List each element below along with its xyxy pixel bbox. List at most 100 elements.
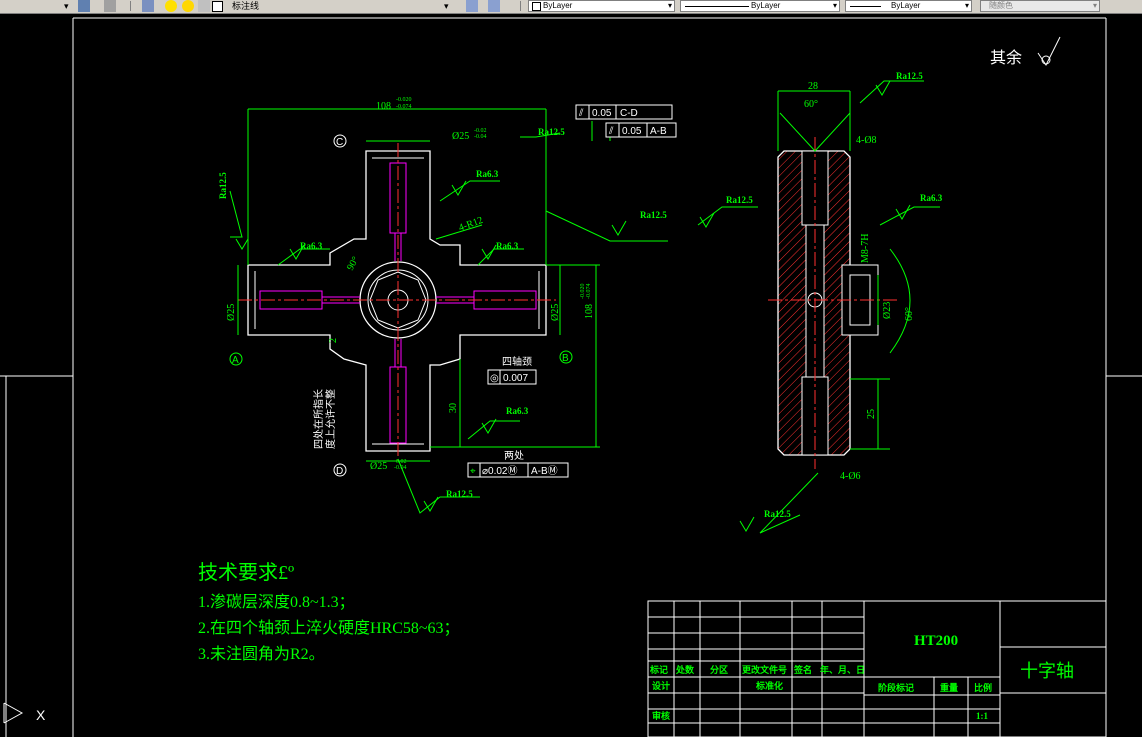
dim-2: 2 (328, 338, 339, 343)
tolerance-frame: ⌖ ⌀0.02Ⓜ A-BⓂ (467, 462, 569, 478)
layer-dropdown-arrow-icon[interactable]: ▾ (444, 0, 449, 12)
roughness-label: Ra6.3 (496, 241, 519, 251)
note-two-places: 两处 (504, 450, 524, 462)
ucs-icon: X (3, 702, 46, 724)
svg-text:◎: ◎ (490, 373, 499, 384)
surface-roughness-note: 其余 (990, 36, 1061, 67)
dropdown-arrow-icon[interactable]: ▾ (64, 0, 69, 12)
toolbar-separator (130, 1, 131, 11)
dim-journal-dia-left: Ø25 (226, 304, 237, 321)
dim-journal-dia-bottom: Ø25 (370, 461, 387, 472)
roughness-label: Ra12.5 (538, 127, 565, 137)
technical-requirements: 技术要求£º 1.渗碳层深度0.8~1.3； 2.在四个轴颈上淬火硬度HRC58… (198, 561, 460, 663)
datum-c: C (336, 137, 343, 148)
svg-text:0.007: 0.007 (503, 373, 528, 384)
note-four-journals: 四轴颈 (502, 355, 532, 368)
side-view (768, 137, 900, 469)
svg-text:0.05: 0.05 (592, 108, 612, 119)
roughness-symbol-icon (875, 80, 891, 96)
layer-color-icon (212, 1, 223, 12)
tech-requirement-item: 2.在四个轴颈上淬火硬度HRC58~63； (198, 619, 460, 637)
title-block-label: 签名 (793, 664, 812, 675)
tolerance-frame: ⫽ 0.05 C-D (575, 104, 673, 120)
svg-text:⌀0.02Ⓜ: ⌀0.02Ⓜ (482, 465, 517, 477)
svg-text:0.05: 0.05 (622, 126, 642, 137)
bulb-icon[interactable] (165, 0, 177, 12)
title-block-label: 设计 (652, 680, 670, 691)
title-block-scale: 1:1 (976, 711, 988, 721)
roughness-symbol-icon (895, 204, 911, 220)
roughness-symbol-icon (235, 238, 249, 250)
title-block-label: 标记 (649, 664, 668, 675)
svg-text:A-BⓂ: A-BⓂ (531, 465, 558, 477)
tech-requirement-item: 3.未注圆角为R2。 (198, 645, 325, 663)
cross-outline (247, 150, 547, 452)
title-block-label: 年、月、日 (820, 664, 865, 675)
dim-thread: M8-7H (860, 234, 871, 263)
svg-text:-0.020: -0.020 (396, 97, 412, 103)
layers-icon[interactable] (142, 0, 154, 12)
datum-d: D (336, 466, 343, 477)
surface-note-label: 其余 (990, 48, 1022, 67)
lock-icon[interactable] (198, 0, 210, 12)
roughness-symbol-icon (611, 220, 627, 236)
dim-angle-60: 60° (904, 307, 915, 321)
color-combo[interactable]: ByLayer ▾ (528, 0, 675, 12)
dim-total-length: 108 (376, 101, 391, 112)
roughness-label: Ra12.5 (640, 210, 667, 220)
sun-icon[interactable] (182, 0, 194, 12)
layer-name[interactable]: 标注线 (232, 0, 259, 12)
chevron-down-icon: ▾ (964, 1, 969, 10)
roughness-symbol-icon (481, 244, 497, 260)
title-block-label: 分区 (710, 664, 728, 675)
svg-text:⌖: ⌖ (470, 466, 476, 477)
drawing-canvas[interactable]: 其余 C D A B 108 -0.020 -0.074 Ø25 -0.02 -… (0, 13, 1142, 737)
dim-r12: 4-R12 (457, 215, 484, 234)
svg-text:⫽: ⫽ (608, 126, 614, 137)
layer-previous-icon[interactable] (488, 0, 500, 12)
roughness-symbol-icon (739, 516, 755, 532)
dim-4-8: 4-Ø8 (856, 135, 877, 146)
tech-requirements-title: 技术要求£º (198, 561, 294, 584)
roughness-label: Ra6.3 (506, 406, 529, 416)
layer-manager-icon[interactable] (78, 0, 90, 12)
dim-side-width: 28 (808, 81, 818, 92)
title-block-material: HT200 (914, 633, 958, 649)
title-block-label: 更改文件号 (742, 664, 787, 675)
dim-dia-23: Ø23 (882, 302, 893, 319)
linetype-combo[interactable]: ByLayer ▾ (680, 0, 840, 12)
chevron-down-icon: ▾ (1092, 1, 1097, 10)
dim-4-6: 4-Ø6 (840, 471, 861, 482)
plotstyle-combo[interactable]: 随颜色 ▾ (980, 0, 1100, 12)
dim-25: 25 (866, 409, 877, 419)
tech-requirement-item: 1.渗碳层深度0.8~1.3； (198, 593, 355, 611)
roughness-label: Ra12.5 (726, 195, 753, 205)
roughness-label: Ra12.5 (218, 172, 228, 199)
note-vertical-1: 四处在所指长 (312, 389, 325, 449)
roughness-symbol-icon (1037, 36, 1061, 66)
svg-text:A-B: A-B (650, 126, 667, 137)
svg-text:-0.04: -0.04 (474, 134, 487, 140)
roughness-label: Ra6.3 (476, 169, 499, 179)
roughness-label: Ra12.5 (764, 509, 791, 519)
chevron-down-icon: ▾ (667, 1, 672, 10)
title-block-label: 阶段标记 (878, 682, 914, 693)
roughness-label: Ra6.3 (920, 193, 943, 203)
svg-text:-0.074: -0.074 (396, 104, 412, 110)
dim-journal-dia-top: Ø25 (452, 131, 469, 142)
layer-state-icon[interactable] (104, 0, 116, 12)
roughness-label: Ra12.5 (896, 71, 923, 81)
title-block-label: 处数 (675, 664, 695, 675)
dim-side-angle: 60° (804, 99, 818, 110)
toolbar-separator (520, 1, 521, 11)
svg-text:C-D: C-D (620, 108, 638, 119)
lineweight-combo[interactable]: ByLayer ▾ (845, 0, 972, 12)
make-current-icon[interactable] (466, 0, 478, 12)
title-block-label: 比例 (974, 682, 992, 693)
title-block-part-name: 十字轴 (1020, 661, 1074, 681)
svg-text:-0.074: -0.074 (586, 284, 592, 300)
title-block: 标记 处数 分区 更改文件号 签名 年、月、日 设计 标准化 审核 阶段标记 重… (647, 600, 1107, 737)
roughness-label: Ra12.5 (446, 489, 473, 499)
dim-journal-dia-right: Ø25 (550, 304, 561, 321)
drawing-frame (0, 17, 1142, 737)
